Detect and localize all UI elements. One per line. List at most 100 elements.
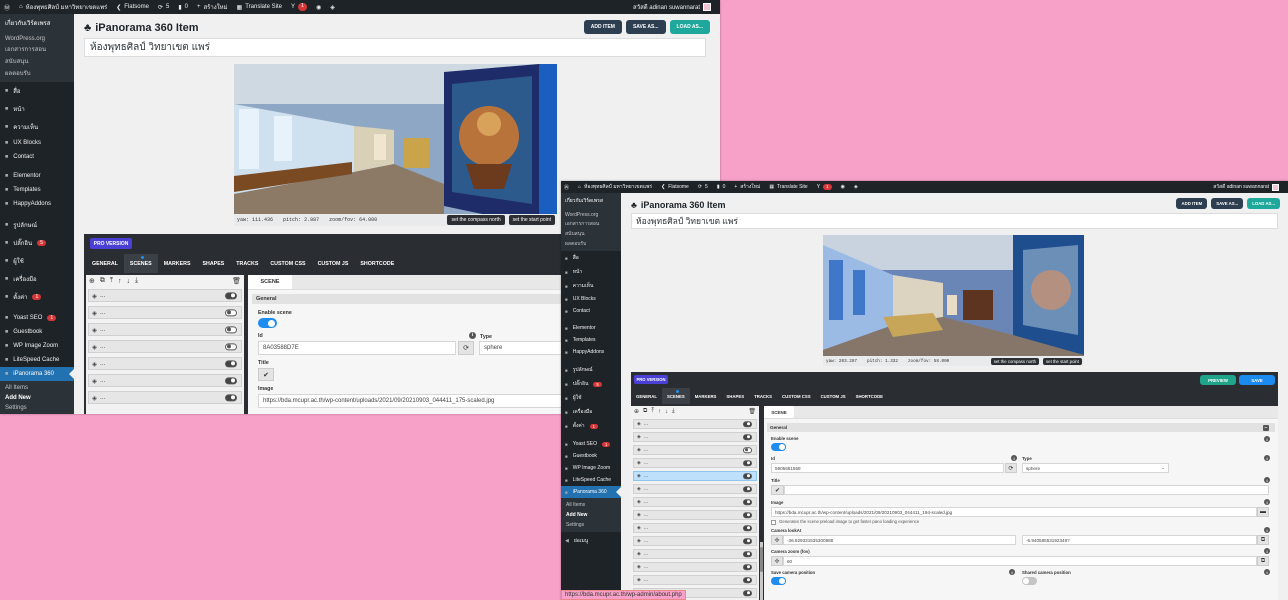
sidebar-item-[interactable]: ■ ปลั๊กอิน 5	[0, 234, 74, 252]
comments-link[interactable]: ▮ 0	[717, 184, 726, 190]
scene-enabled-toggle[interactable]	[742, 460, 752, 466]
about-submenu-item[interactable]: สนับสนุน	[565, 229, 617, 239]
scene-enabled-toggle[interactable]	[742, 551, 752, 557]
zoom-input[interactable]: 60	[783, 556, 1257, 566]
pro-version-badge[interactable]: PRO VERSION	[634, 375, 668, 384]
scene-row[interactable]: ◈...	[633, 497, 757, 507]
scene-row[interactable]: ◈...	[88, 357, 242, 370]
scene-row[interactable]: ◈...	[88, 374, 242, 387]
sidebar-item-ux-blocks[interactable]: ■ UX Blocks	[0, 136, 74, 150]
crosshair-icon[interactable]: ✢	[771, 535, 783, 545]
save-camera-info-icon[interactable]: i	[1009, 569, 1015, 575]
scene-enabled-toggle[interactable]	[224, 376, 237, 385]
sidebar-item-guestbook[interactable]: ■ Guestbook	[0, 325, 74, 339]
panorama-viewer[interactable]: yaw: 111.436 pitch: 2.887 zoom/fov: 64.0…	[234, 64, 557, 226]
sidebar-item-[interactable]: ■ ตั้งค่า 1	[0, 288, 74, 306]
move-bottom-icon[interactable]: ⤓	[672, 408, 675, 415]
tab-general[interactable]: GENERAL	[631, 388, 662, 404]
about-submenu-item[interactable]: WordPress.org	[5, 35, 69, 43]
tab-general[interactable]: GENERAL	[86, 254, 124, 273]
add-item-button[interactable]: ADD ITEM	[583, 20, 622, 34]
tab-shortcode[interactable]: SHORTCODE	[354, 254, 400, 273]
sidebar-item-contact[interactable]: ■ Contact	[0, 150, 74, 164]
tab-custom-js[interactable]: CUSTOM JS	[312, 254, 355, 273]
about-submenu-item[interactable]: เอกสารการสอน	[565, 219, 617, 229]
collapse-section-icon[interactable]: −	[1263, 424, 1269, 431]
scene-row[interactable]: ◈...	[633, 432, 757, 442]
folder-icon[interactable]: ▬	[1257, 507, 1269, 517]
sidebar-item-ux-blocks[interactable]: ■ UX Blocks	[561, 293, 621, 305]
sidebar-item-[interactable]: ■ ปลั๊กอิน 5	[561, 377, 621, 391]
sidebar-item-[interactable]: ■ ความเห็น	[0, 118, 74, 136]
sidebar-item-[interactable]: ■ สื่อ	[561, 251, 621, 265]
tab-tracks[interactable]: TRACKS	[749, 388, 777, 404]
scene-row[interactable]: ◈...	[88, 340, 242, 353]
panorama-viewer[interactable]: yaw: 203.287 pitch: 1.332 zoom/fov: 58.0…	[823, 235, 1084, 366]
id-input[interactable]: 8A03588D7E	[258, 341, 456, 355]
move-up-icon[interactable]: ↑	[118, 278, 122, 285]
scene-row[interactable]: ◈...	[633, 523, 757, 533]
wordpress-logo-icon[interactable]: Ⓦ	[4, 3, 10, 12]
tab-shapes[interactable]: SHAPES	[721, 388, 749, 404]
new-content-link[interactable]: + สร้างใหม่	[734, 183, 760, 191]
panorama-submenu-item[interactable]: Settings	[0, 403, 74, 413]
sidebar-item-elementor[interactable]: ■ Elementor	[561, 322, 621, 334]
scene-row[interactable]: ◈...	[88, 391, 242, 404]
lookat-x-input[interactable]: -36.929331535300988	[783, 535, 1016, 545]
id-info-icon[interactable]: i	[1011, 455, 1017, 461]
load-as-button[interactable]: LOAD AS...	[1247, 198, 1280, 209]
check-icon[interactable]: ✔	[771, 485, 784, 495]
tab-markers[interactable]: MARKERS	[690, 388, 722, 404]
item-name-input[interactable]: ห้องพุทธศิลป์ วิทยาเขต แพร่	[631, 213, 1278, 229]
scene-enabled-toggle[interactable]	[742, 590, 752, 596]
sidebar-item-[interactable]: ■ ผู้ใช้	[561, 391, 621, 405]
copy-scene-icon[interactable]: ⧉	[643, 408, 647, 415]
scene-enabled-toggle[interactable]	[224, 308, 237, 317]
scene-row[interactable]: ◈...	[633, 549, 757, 559]
tab-custom-css[interactable]: CUSTOM CSS	[777, 388, 816, 404]
wordpress-logo-icon[interactable]: Ⓦ	[564, 184, 569, 191]
tab-shortcode[interactable]: SHORTCODE	[851, 388, 888, 404]
zoom-info-icon[interactable]: i	[1264, 548, 1270, 554]
load-as-button[interactable]: LOAD AS...	[669, 20, 710, 34]
sidebar-item-yoast-seo[interactable]: ■ Yoast SEO 1	[561, 438, 621, 450]
sidebar-item-elementor[interactable]: ■ Elementor	[0, 169, 74, 183]
panorama-submenu-item[interactable]: Add New	[0, 393, 74, 403]
preload-checkbox[interactable]	[771, 520, 776, 525]
sidebar-item-[interactable]: ■ เครื่องมือ	[561, 405, 621, 419]
sidebar-item-[interactable]: ■ ผู้ใช้	[0, 252, 74, 270]
scene-enabled-toggle[interactable]	[742, 577, 752, 583]
sidebar-item-[interactable]: ■ รูปลักษณ์	[0, 216, 74, 234]
tab-markers[interactable]: MARKERS	[158, 254, 197, 273]
copy-lookat-icon[interactable]: ⧉	[1257, 535, 1269, 545]
zoom-crosshair-icon[interactable]: ✢	[771, 556, 783, 566]
copy-scene-icon[interactable]: ⧉	[100, 277, 105, 285]
save-button[interactable]: SAVE	[1239, 375, 1275, 385]
sidebar-item-templates[interactable]: ■ Templates	[0, 183, 74, 197]
theme-link[interactable]: ❮ Flatsome	[661, 184, 689, 190]
set-compass-button[interactable]: set the compass north	[990, 357, 1040, 365]
sidebar-item-[interactable]: ■ หน้า	[561, 265, 621, 279]
sidebar-item-[interactable]: ■ ความเห็น	[561, 279, 621, 293]
scene-enabled-toggle[interactable]	[224, 291, 237, 300]
save-as-button[interactable]: SAVE AS...	[1211, 198, 1244, 209]
tab-tracks[interactable]: TRACKS	[230, 254, 264, 273]
sidebar-item-templates[interactable]: ■ Templates	[561, 334, 621, 346]
item-name-input[interactable]: ห้องพุทธศิลป์ วิทยาเขต แพร่	[84, 38, 706, 57]
general-section[interactable]: General −	[767, 423, 1275, 432]
trash-icon[interactable]: 🗑	[232, 277, 241, 285]
collapse-menu[interactable]: ◀ ย่อเมนู	[561, 532, 621, 550]
move-up-icon[interactable]: ↑	[658, 409, 661, 415]
howdy-link[interactable]: สวัสดี adinan suwannarat	[633, 2, 711, 12]
shared-camera-toggle[interactable]	[1022, 577, 1037, 585]
scene-enabled-toggle[interactable]	[742, 473, 752, 479]
about-wordpress[interactable]: เกี่ยวกับเวิร์ดเพรส	[561, 193, 621, 209]
sidebar-item-[interactable]: ■ สื่อ	[0, 82, 74, 100]
tab-scene[interactable]: SCENE	[764, 406, 794, 418]
sidebar-item-[interactable]: ■ ตั้งค่า 1	[561, 419, 621, 433]
scene-row[interactable]: ◈...	[633, 471, 757, 481]
save-as-button[interactable]: SAVE AS...	[625, 20, 666, 34]
scene-enabled-toggle[interactable]	[742, 564, 752, 570]
type-select[interactable]: sphere ⌄	[1022, 463, 1169, 473]
sidebar-item-yoast-seo[interactable]: ■ Yoast SEO 1	[0, 311, 74, 325]
